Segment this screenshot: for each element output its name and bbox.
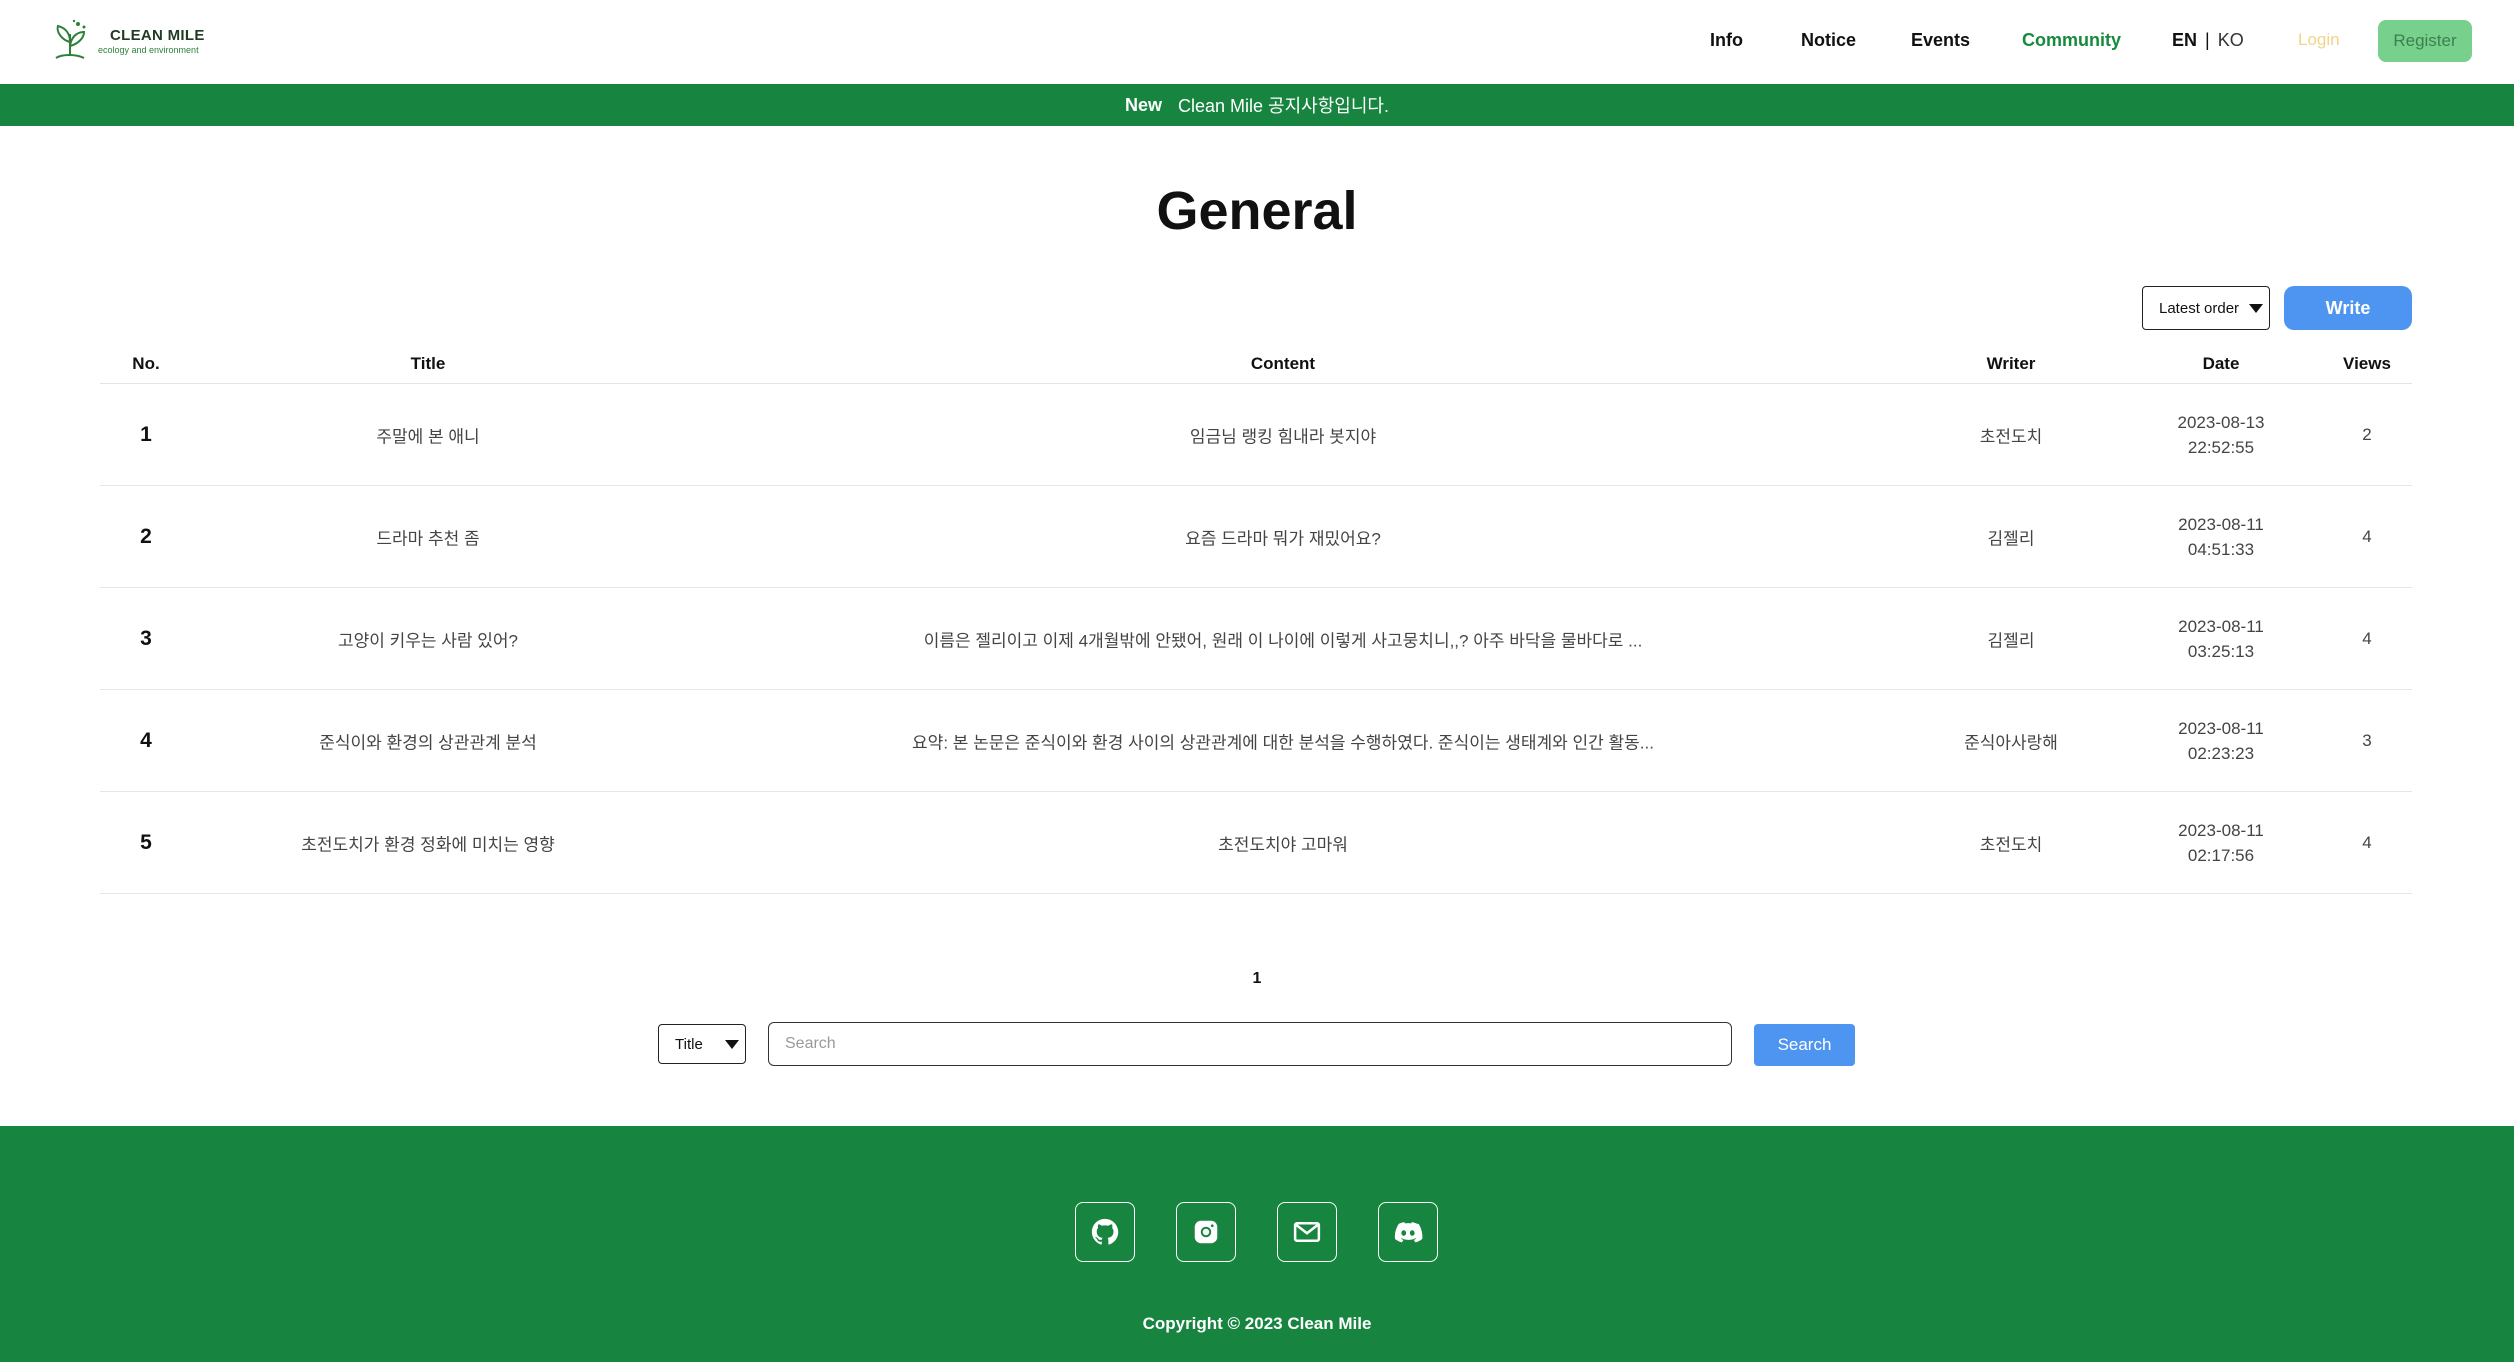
mail-link[interactable] xyxy=(1277,1202,1337,1262)
table-row[interactable]: 4 준식이와 환경의 상관관계 분석 요약: 본 논문은 준식이와 환경 사이의… xyxy=(100,690,2412,792)
discord-link[interactable] xyxy=(1378,1202,1438,1262)
header-title: Title xyxy=(410,354,446,373)
row-date: 2023-08-11 02:23:23 xyxy=(2178,716,2264,766)
row-title[interactable]: 주말에 본 애니 xyxy=(376,422,479,447)
pagination: 1 xyxy=(0,970,2514,988)
row-content: 요약: 본 논문은 준식이와 환경 사이의 상관관계에 대한 분석을 수행하였다… xyxy=(912,733,1654,752)
discord-icon xyxy=(1394,1222,1423,1243)
search-input[interactable] xyxy=(768,1022,1732,1066)
row-date: 2023-08-11 03:25:13 xyxy=(2178,614,2264,664)
header: CLEAN MILE ecology and environment Info … xyxy=(0,0,2514,84)
row-content: 초전도치야 고마워 xyxy=(1218,835,1348,854)
row-writer: 초전도치 xyxy=(1979,427,2043,446)
row-date-time: 02:17:56 xyxy=(2187,845,2255,865)
table-row[interactable]: 1 주말에 본 애니 임금님 랭킹 힘내라 봇지야 초전도치 2023-08-1… xyxy=(100,384,2412,486)
language-switch: EN | KO xyxy=(2172,30,2244,51)
row-content: 임금님 랭킹 힘내라 봇지야 xyxy=(1189,427,1377,446)
caret-down-icon xyxy=(725,1040,739,1049)
row-date-day: 2023-08-11 xyxy=(2178,718,2264,738)
row-number: 2 xyxy=(140,524,152,548)
lang-en[interactable]: EN xyxy=(2172,30,2197,51)
notice-text: Clean Mile 공지사항입니다. xyxy=(1178,96,1389,116)
search-button[interactable]: Search xyxy=(1754,1024,1855,1066)
nav-info[interactable]: Info xyxy=(1710,30,1743,51)
row-date-day: 2023-08-11 xyxy=(2178,514,2264,534)
row-title[interactable]: 준식이와 환경의 상관관계 분석 xyxy=(319,728,537,753)
search-type-value: Title xyxy=(675,1035,703,1053)
row-date-time: 02:23:23 xyxy=(2187,743,2255,763)
register-button[interactable]: Register xyxy=(2378,20,2472,62)
row-number: 1 xyxy=(140,422,152,446)
nav-notice[interactable]: Notice xyxy=(1801,30,1856,51)
new-badge: New xyxy=(1125,94,1163,115)
nav-events[interactable]: Events xyxy=(1911,30,1970,51)
header-date: Date xyxy=(2202,354,2240,373)
table-row[interactable]: 2 드라마 추천 좀 요즘 드라마 뭐가 재밌어요? 김젤리 2023-08-1… xyxy=(100,486,2412,588)
header-views: Views xyxy=(2343,354,2391,373)
table-row[interactable]: 5 초전도치가 환경 정화에 미치는 영향 초전도치야 고마워 초전도치 202… xyxy=(100,792,2412,894)
row-title[interactable]: 드라마 추천 좀 xyxy=(376,524,479,549)
row-date: 2023-08-11 04:51:33 xyxy=(2178,512,2264,562)
page-title: General xyxy=(1156,181,1358,241)
row-writer: 준식아사랑해 xyxy=(1964,733,2058,752)
row-number: 5 xyxy=(140,830,152,854)
table-row[interactable]: 3 고양이 키우는 사람 있어? 이름은 젤리이고 이제 4개월밖에 안됐어, … xyxy=(100,588,2412,690)
row-title[interactable]: 고양이 키우는 사람 있어? xyxy=(338,626,518,651)
write-button[interactable]: Write xyxy=(2284,286,2412,330)
row-date-time: 03:25:13 xyxy=(2187,641,2255,661)
table-header: No. Title Content Writer Date Views xyxy=(100,346,2412,384)
row-writer: 초전도치 xyxy=(1979,835,2043,854)
row-content: 요즘 드라마 뭐가 재밌어요? xyxy=(1185,529,1381,548)
instagram-link[interactable] xyxy=(1176,1202,1236,1262)
row-date-day: 2023-08-11 xyxy=(2178,820,2264,840)
footer: Copyright © 2023 Clean Mile xyxy=(0,1126,2514,1362)
nav-community[interactable]: Community xyxy=(2022,30,2121,51)
page-number-current[interactable]: 1 xyxy=(1253,970,1262,987)
row-date-time: 22:52:55 xyxy=(2187,437,2255,457)
row-title[interactable]: 초전도치가 환경 정화에 미치는 영향 xyxy=(301,830,555,855)
caret-down-icon xyxy=(2249,304,2263,313)
row-date: 2023-08-11 02:17:56 xyxy=(2178,818,2264,868)
row-number: 3 xyxy=(140,626,152,650)
header-content: Content xyxy=(1250,354,1316,373)
login-link[interactable]: Login xyxy=(2298,30,2340,50)
sort-order-value: Latest order xyxy=(2159,299,2240,317)
row-writer: 김젤리 xyxy=(1987,631,2035,650)
header-writer: Writer xyxy=(1986,354,2036,373)
lang-ko[interactable]: KO xyxy=(2218,30,2244,51)
posts-table: No. Title Content Writer Date Views 1 주말… xyxy=(100,346,2412,894)
github-icon xyxy=(1091,1218,1119,1245)
row-date-day: 2023-08-11 xyxy=(2178,616,2264,636)
row-views: 2 xyxy=(2362,424,2372,444)
notice-banner[interactable]: New Clean Mile 공지사항입니다. xyxy=(0,84,2514,126)
row-views: 4 xyxy=(2362,832,2372,852)
main-nav: Info Notice Events Community EN | KO xyxy=(0,26,2514,58)
row-date: 2023-08-13 22:52:55 xyxy=(2178,410,2265,460)
row-number: 4 xyxy=(140,728,152,752)
sort-order-select[interactable]: Latest order xyxy=(2142,286,2270,330)
row-content: 이름은 젤리이고 이제 4개월밖에 안됐어, 원래 이 나이에 이렇게 사고뭉치… xyxy=(923,631,1643,650)
copyright-text: Copyright © 2023 Clean Mile xyxy=(1142,1314,1372,1333)
row-date-day: 2023-08-13 xyxy=(2177,412,2265,432)
search-type-select[interactable]: Title xyxy=(658,1024,746,1064)
row-date-time: 04:51:33 xyxy=(2187,539,2255,559)
lang-separator: | xyxy=(2205,30,2210,50)
instagram-icon xyxy=(1194,1220,1218,1244)
row-views: 4 xyxy=(2362,628,2372,648)
mail-icon xyxy=(1293,1222,1321,1242)
header-no: No. xyxy=(132,354,160,373)
github-link[interactable] xyxy=(1075,1202,1135,1262)
row-writer: 김젤리 xyxy=(1987,529,2035,548)
row-views: 3 xyxy=(2362,730,2372,750)
row-views: 4 xyxy=(2362,526,2372,546)
